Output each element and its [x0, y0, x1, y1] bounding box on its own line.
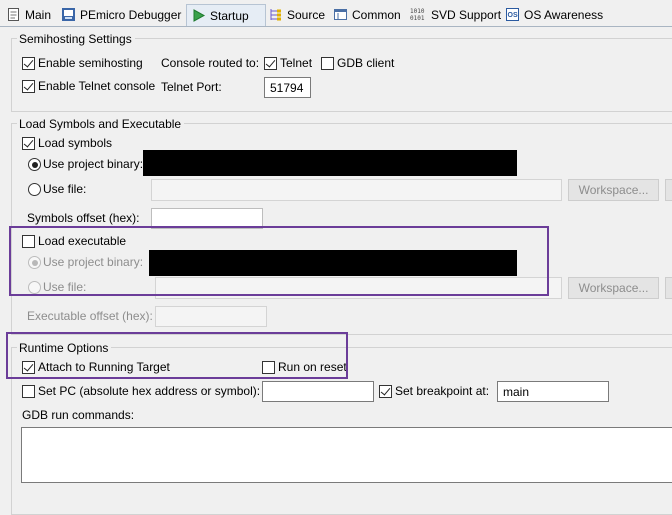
set-pc-checkbox[interactable] [22, 385, 35, 398]
tab-label: Main [25, 7, 52, 22]
symbols-workspace-button[interactable]: Workspace... [568, 179, 659, 201]
tab-source[interactable]: Source [268, 3, 325, 26]
svg-text:1010: 1010 [410, 8, 425, 15]
symbols-use-project-binary-label[interactable]: Use project binary: [43, 157, 143, 171]
telnet-port-label: Telnet Port: [161, 80, 222, 94]
exec-offset-label: Executable offset (hex): [27, 309, 153, 323]
semihosting-settings-title: Semihosting Settings [17, 32, 135, 46]
exec-use-project-binary-label: Use project binary: [43, 255, 144, 269]
debugger-icon [61, 7, 76, 22]
tab-label: OS Awareness [524, 7, 604, 22]
gdb-client-checkbox[interactable] [321, 57, 334, 70]
tab-label: PEmicro Debugger [80, 7, 182, 22]
load-executable-checkbox[interactable] [22, 235, 35, 248]
redacted-exec-project-binary [149, 250, 517, 276]
tab-pemicro-debugger[interactable]: PEmicro Debugger [61, 3, 181, 26]
symbols-file-system-button[interactable] [665, 179, 672, 201]
tab-startup[interactable]: Startup [186, 4, 266, 26]
tab-os-awareness[interactable]: OS OS Awareness [505, 3, 603, 26]
exec-workspace-button[interactable]: Workspace... [568, 277, 659, 299]
source-lookup-icon [268, 7, 283, 22]
document-icon [6, 7, 21, 22]
exec-use-file-radio[interactable] [28, 281, 41, 294]
run-on-reset-label[interactable]: Run on reset [278, 360, 347, 374]
redacted-project-binary [143, 150, 517, 176]
enable-telnet-console-checkbox[interactable] [22, 80, 35, 93]
set-breakpoint-checkbox[interactable] [379, 385, 392, 398]
tab-label: Common [352, 7, 401, 22]
os-awareness-icon: OS [505, 7, 520, 22]
exec-file-system-button[interactable] [665, 277, 672, 299]
launch-config-tab-bar: Main PEmicro Debugger Startup Source Com… [0, 0, 672, 28]
semihosting-settings-group [11, 38, 672, 112]
telnet-port-input[interactable]: 51794 [264, 77, 311, 98]
exec-use-file-label: Use file: [43, 280, 87, 294]
exec-file-input[interactable] [155, 277, 562, 299]
tab-label: Startup [210, 8, 249, 23]
console-routed-to-label: Console routed to: [161, 56, 260, 70]
telnet-checkbox[interactable] [264, 57, 277, 70]
symbols-offset-label: Symbols offset (hex): [27, 211, 140, 225]
load-symbols-checkbox[interactable] [22, 137, 35, 150]
run-on-reset-checkbox[interactable] [262, 361, 275, 374]
startup-play-icon [191, 8, 206, 23]
tab-svd-support[interactable]: 1010 0101 SVD Support [410, 3, 501, 26]
tab-label: Source [287, 7, 326, 22]
tab-common[interactable]: Common [333, 3, 401, 26]
enable-semihosting-label[interactable]: Enable semihosting [38, 56, 143, 70]
set-breakpoint-label[interactable]: Set breakpoint at: [395, 384, 489, 398]
gdb-run-commands-textarea[interactable] [21, 427, 672, 483]
attach-running-target-checkbox[interactable] [22, 361, 35, 374]
symbols-file-input[interactable] [151, 179, 562, 201]
load-executable-label[interactable]: Load executable [38, 234, 126, 248]
breakpoint-input[interactable]: main [497, 381, 609, 402]
load-symbols-label[interactable]: Load symbols [38, 136, 112, 150]
symbols-use-file-radio[interactable] [28, 183, 41, 196]
runtime-options-title: Runtime Options [17, 341, 112, 355]
tab-main[interactable]: Main [6, 3, 51, 26]
svg-text:0101: 0101 [410, 15, 425, 22]
set-pc-label[interactable]: Set PC (absolute hex address or symbol): [38, 384, 260, 398]
symbols-use-file-label[interactable]: Use file: [43, 182, 86, 196]
svg-text:OS: OS [508, 12, 518, 19]
gdb-client-label[interactable]: GDB client [337, 56, 394, 70]
attach-running-target-label[interactable]: Attach to Running Target [38, 360, 170, 374]
exec-offset-input[interactable] [155, 306, 267, 327]
tab-separator [0, 26, 672, 27]
symbols-use-project-binary-radio[interactable] [28, 158, 41, 171]
set-pc-input[interactable] [262, 381, 374, 402]
gdb-run-commands-label: GDB run commands: [22, 408, 135, 422]
enable-telnet-console-label[interactable]: Enable Telnet console [38, 79, 155, 93]
tab-label: SVD Support [431, 7, 502, 22]
symbols-offset-input[interactable] [151, 208, 263, 229]
load-symbols-executable-title: Load Symbols and Executable [17, 117, 185, 131]
telnet-label[interactable]: Telnet [280, 56, 312, 70]
exec-use-project-binary-radio[interactable] [28, 256, 41, 269]
enable-semihosting-checkbox[interactable] [22, 57, 35, 70]
common-tab-icon [333, 7, 348, 22]
binary-1010-icon: 1010 0101 [410, 7, 427, 22]
